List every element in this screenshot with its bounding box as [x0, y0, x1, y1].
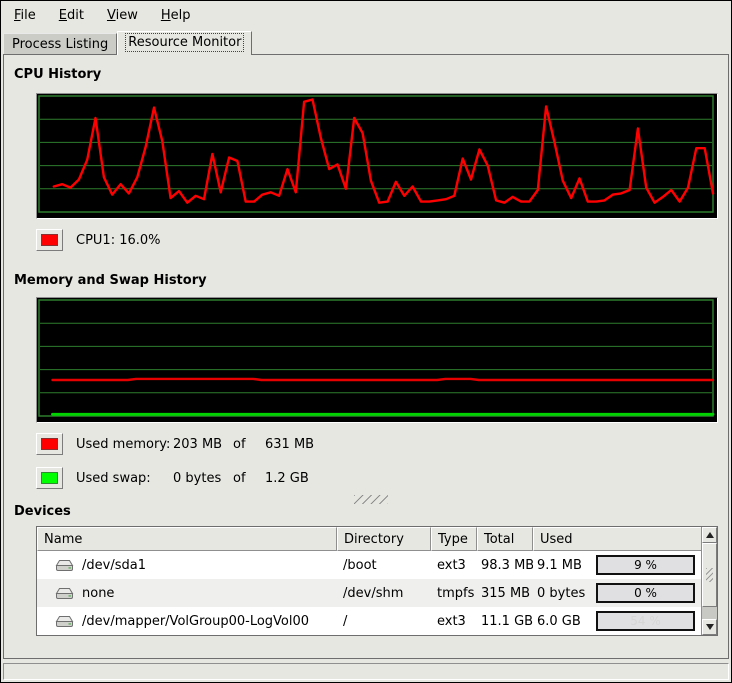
scroll-up-button[interactable]: [702, 527, 717, 543]
scroll-down-button[interactable]: [702, 619, 717, 635]
tab-resource-monitor[interactable]: Resource Monitor: [117, 31, 252, 55]
device-directory: /: [337, 607, 431, 635]
total-memory-value: 631 MB: [265, 437, 314, 452]
tab-bar: Process Listing Resource Monitor: [1, 29, 731, 54]
used-swap-color-button[interactable]: [36, 467, 63, 489]
cpu1-color-swatch: [41, 234, 58, 246]
status-bar: [3, 663, 729, 680]
cpu-legend: CPU1: 16.0%: [36, 229, 728, 251]
devices-title: Devices: [14, 504, 728, 520]
drive-icon: [55, 615, 74, 628]
cpu-history-graph: [36, 93, 718, 219]
used-swap-color-swatch: [41, 472, 58, 484]
resource-monitor-panel: CPU History CPU1: 16.0% Memory and Swap …: [3, 54, 729, 659]
device-row-none[interactable]: none /dev/shm tmpfs 315 MB 0 bytes 0 %: [37, 579, 701, 607]
column-header-type[interactable]: Type: [431, 527, 477, 551]
device-total: 315 MB: [477, 579, 533, 607]
device-total: 11.1 GB: [477, 607, 533, 635]
vertical-scrollbar[interactable]: [701, 527, 717, 635]
used-progress-bar: 9 %: [596, 555, 695, 575]
used-memory-legend: Used memory: 203 MB of 631 MB: [36, 433, 728, 455]
column-header-total[interactable]: Total: [477, 527, 533, 551]
memory-swap-graph: [36, 297, 718, 423]
drive-icon: [55, 587, 74, 600]
device-used: 0 bytes: [537, 586, 585, 601]
device-name: /dev/sda1: [82, 558, 146, 573]
device-name: none: [82, 586, 114, 601]
drive-icon: [55, 559, 74, 572]
used-memory-value: 203 MB: [173, 437, 233, 452]
device-type: ext3: [431, 607, 477, 635]
column-header-directory[interactable]: Directory: [337, 527, 431, 551]
device-type: tmpfs: [431, 579, 477, 607]
scrollbar-trough[interactable]: [702, 607, 717, 619]
scroll-up-icon: [706, 532, 714, 538]
menu-edit[interactable]: Edit: [50, 4, 93, 27]
used-swap-of: of: [233, 471, 265, 486]
device-name: /dev/mapper/VolGroup00-LogVol00: [82, 614, 309, 629]
used-percent-label: 0 %: [598, 585, 693, 601]
menu-file[interactable]: File: [5, 4, 45, 27]
app-window: File Edit View Help Process Listing Reso…: [0, 0, 732, 683]
used-swap-label: Used swap:: [76, 471, 173, 486]
used-memory-of: of: [233, 437, 265, 452]
cpu1-color-button[interactable]: [36, 229, 63, 251]
devices-table: Name Directory Type Total Used /dev/sda1…: [36, 526, 718, 636]
cpu-history-title: CPU History: [14, 67, 728, 83]
device-row-sda1[interactable]: /dev/sda1 /boot ext3 98.3 MB 9.1 MB 9 %: [37, 551, 701, 579]
used-memory-color-swatch: [41, 438, 58, 450]
used-memory-label: Used memory:: [76, 437, 173, 452]
pane-resize-grip[interactable]: [354, 495, 388, 504]
scroll-down-icon: [706, 624, 714, 630]
cpu1-legend-label: CPU1: 16.0%: [76, 233, 161, 248]
device-type: ext3: [431, 551, 477, 579]
used-percent-label: 9 %: [598, 557, 693, 573]
used-memory-color-button[interactable]: [36, 433, 63, 455]
total-swap-value: 1.2 GB: [265, 471, 309, 486]
used-progress-bar: 0 %: [596, 583, 695, 603]
device-directory: /boot: [337, 551, 431, 579]
device-directory: /dev/shm: [337, 579, 431, 607]
used-swap-value: 0 bytes: [173, 471, 233, 486]
devices-table-header: Name Directory Type Total Used: [37, 527, 701, 551]
scrollbar-thumb[interactable]: [702, 543, 717, 607]
device-row-volgroup[interactable]: /dev/mapper/VolGroup00-LogVol00 / ext3 1…: [37, 607, 701, 635]
device-total: 98.3 MB: [477, 551, 533, 579]
menu-help[interactable]: Help: [152, 4, 200, 27]
menu-view[interactable]: View: [98, 4, 147, 27]
used-percent-label: 54 %: [598, 613, 693, 629]
column-header-used[interactable]: Used: [533, 527, 701, 551]
menubar: File Edit View Help: [1, 1, 731, 29]
device-used: 6.0 GB: [537, 614, 581, 629]
memory-history-title: Memory and Swap History: [14, 273, 728, 289]
used-progress-bar: 54 %: [596, 611, 695, 631]
column-header-name[interactable]: Name: [37, 527, 337, 551]
tab-process-listing[interactable]: Process Listing: [3, 33, 117, 54]
device-used: 9.1 MB: [537, 558, 582, 573]
used-swap-legend: Used swap: 0 bytes of 1.2 GB: [36, 467, 728, 489]
